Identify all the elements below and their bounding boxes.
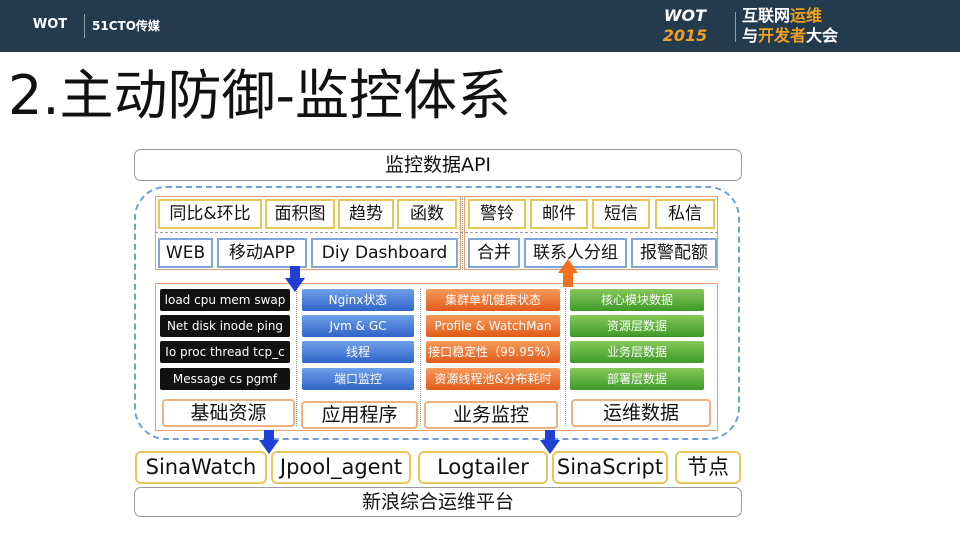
separator-3: [565, 288, 566, 426]
event-name-4: 开发者: [758, 26, 807, 45]
alert-email: 邮件: [530, 199, 588, 229]
channel-diy-dashboard: Diy Dashboard: [311, 238, 458, 268]
channel-web: WEB: [158, 238, 213, 268]
feature-trend: 趋势: [338, 199, 394, 229]
event-divider: [735, 12, 736, 42]
category-business: 业务监控: [424, 401, 558, 429]
metric-app-3: 线程: [302, 341, 414, 363]
feature-function: 函数: [397, 199, 457, 229]
collector-logtailer: Logtailer: [418, 451, 548, 484]
metric-basic-3: Io proc thread tcp_c: [160, 341, 290, 363]
alert-merge: 合并: [468, 238, 520, 268]
metric-business-3: 接口稳定性（99.95%）: [426, 341, 560, 363]
event-year: 2015: [662, 26, 708, 45]
up-arrow-icon: [558, 259, 578, 287]
metric-ops-2: 资源层数据: [570, 315, 704, 337]
feature-compare: 同比&环比: [158, 199, 262, 229]
metric-basic-1: load cpu mem swap: [160, 289, 290, 311]
metric-basic-2: Net disk inode ping: [160, 315, 290, 337]
api-bar: 监控数据API: [134, 149, 742, 181]
event-name-3: 与: [742, 26, 759, 45]
collector-node: 节点: [675, 451, 741, 484]
feature-area-chart: 面积图: [265, 199, 335, 229]
down-arrow-icon-left: [259, 430, 279, 454]
collector-jpool-agent: Jpool_agent: [271, 451, 411, 484]
metric-app-2: Jvm & GC: [302, 315, 414, 337]
metric-ops-3: 业务层数据: [570, 341, 704, 363]
category-application: 应用程序: [301, 401, 418, 429]
event-name-5: 大会: [806, 26, 839, 45]
metric-business-1: 集群单机健康状态: [426, 289, 560, 311]
event-name-1: 互联网: [742, 6, 791, 25]
event-name: 互联网运维 与开发者大会: [742, 6, 952, 48]
logo-divider: [84, 14, 85, 38]
metric-app-1: Nginx状态: [302, 289, 414, 311]
wot-logo: WOT: [32, 17, 68, 32]
metric-business-4: 资源线程池&分布耗时: [426, 368, 560, 390]
down-arrow-icon-right: [540, 430, 560, 454]
separator-row: [155, 232, 718, 233]
separator-1: [296, 288, 297, 426]
separator-2: [420, 288, 421, 426]
alert-sms: 短信: [592, 199, 650, 229]
category-ops-data: 运维数据: [571, 399, 711, 427]
metric-business-2: Profile & WatchMan: [426, 315, 560, 337]
metric-basic-4: Message cs pgmf: [160, 368, 290, 390]
alert-private-message: 私信: [655, 199, 715, 229]
separator-top: [462, 196, 463, 270]
channel-mobile-app: 移动APP: [217, 238, 307, 268]
category-basic-resources: 基础资源: [162, 399, 295, 427]
collector-sinawatch: SinaWatch: [135, 451, 267, 484]
alert-quota: 报警配额: [631, 238, 717, 268]
platform-bar: 新浪综合运维平台: [134, 487, 742, 517]
event-logo: WOT 2015: [640, 6, 730, 48]
metric-app-4: 端口监控: [302, 368, 414, 390]
metric-ops-4: 部署层数据: [570, 368, 704, 390]
down-arrow-icon: [285, 266, 305, 292]
event-name-2: 运维: [790, 6, 823, 25]
collector-sinascript: SinaScript: [552, 451, 668, 484]
alert-bell: 警铃: [468, 199, 526, 229]
partner-logo: 51CTO传媒: [92, 19, 160, 33]
metric-ops-1: 核心模块数据: [570, 289, 704, 311]
slide-title: 2.主动防御-监控体系: [8, 64, 512, 127]
event-wot: WOT: [663, 6, 707, 25]
